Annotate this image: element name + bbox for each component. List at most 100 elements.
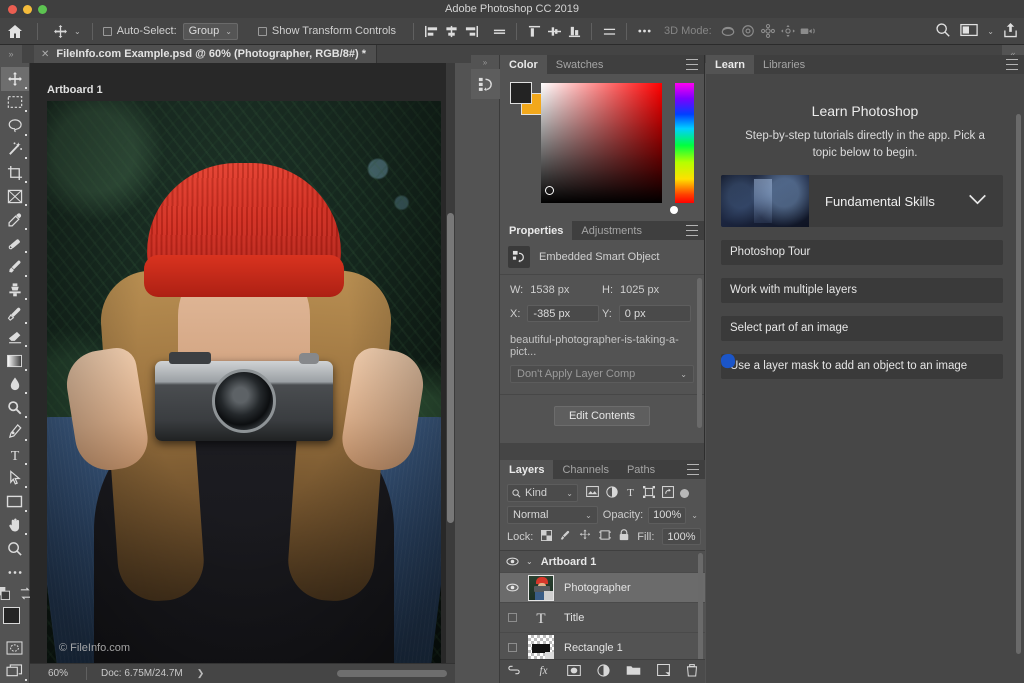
canvas-vertical-scrollbar[interactable] xyxy=(446,63,455,663)
new-adjustment-layer-icon[interactable] xyxy=(597,663,610,680)
color-panel[interactable] xyxy=(500,74,704,221)
new-layer-icon[interactable] xyxy=(657,664,670,679)
color-swatch-pair[interactable] xyxy=(510,82,544,116)
sidebar-item-frame-tool[interactable] xyxy=(1,185,29,209)
align-right-edges-icon[interactable] xyxy=(461,21,481,41)
hue-slider[interactable] xyxy=(675,83,694,203)
panel-menu-icon[interactable] xyxy=(1006,59,1018,70)
list-item[interactable]: Photoshop Tour xyxy=(721,240,1003,265)
layer-visibility-toggle[interactable] xyxy=(500,583,524,592)
sidebar-item-rectangle-tool[interactable] xyxy=(1,490,29,514)
tab-color[interactable]: Color xyxy=(500,55,547,74)
history-actions-icon[interactable] xyxy=(471,69,500,99)
edit-toolbar-icon[interactable] xyxy=(1,561,29,585)
list-item[interactable]: Work with multiple layers xyxy=(721,278,1003,303)
foreground-color-swatch[interactable] xyxy=(2,607,20,624)
sidebar-item-crop-tool[interactable] xyxy=(1,161,29,185)
quick-mask-icon[interactable] xyxy=(1,636,29,660)
tab-adjustments[interactable]: Adjustments xyxy=(572,221,651,240)
home-icon[interactable] xyxy=(0,24,30,39)
lock-artboard-nesting-icon[interactable] xyxy=(599,529,612,544)
add-layer-mask-icon[interactable] xyxy=(567,664,581,679)
panel-menu-icon[interactable] xyxy=(686,59,698,70)
layer-visibility-toggle[interactable] xyxy=(500,643,524,652)
expand-panel-icon[interactable]: » xyxy=(471,55,499,69)
properties-scrollbar[interactable] xyxy=(697,278,702,428)
sidebar-item-clone-stamp-tool[interactable] xyxy=(1,279,29,303)
y-input[interactable]: 0 px xyxy=(618,305,691,322)
show-transform-controls-option[interactable]: Show Transform Controls xyxy=(255,18,399,45)
move-tool-icon[interactable] xyxy=(49,21,71,41)
align-top-edges-icon[interactable] xyxy=(489,21,509,41)
learn-scrollbar[interactable] xyxy=(1016,114,1021,654)
list-item[interactable]: Select part of an image xyxy=(721,316,1003,341)
filter-toggle-icon[interactable] xyxy=(680,488,689,498)
layer-filter-kind-select[interactable]: Kind ⌄ xyxy=(507,484,578,502)
active-tool-well[interactable]: ⌄ xyxy=(45,21,85,41)
sidebar-item-brush-tool[interactable] xyxy=(1,255,29,279)
hue-slider-handle[interactable] xyxy=(670,206,678,214)
new-group-icon[interactable] xyxy=(626,665,641,679)
layer-visibility-toggle[interactable] xyxy=(500,613,524,622)
more-options-icon[interactable] xyxy=(634,21,654,41)
3d-roll-icon[interactable] xyxy=(738,21,758,41)
sidebar-item-gradient-tool[interactable] xyxy=(1,349,29,373)
filter-adjustment-icon[interactable] xyxy=(606,485,618,501)
tab-properties[interactable]: Properties xyxy=(500,221,573,240)
auto-select-option[interactable]: Auto-Select: Group ⌄ xyxy=(100,18,241,45)
tab-learn[interactable]: Learn xyxy=(706,55,754,74)
tab-layers[interactable]: Layers xyxy=(500,460,554,479)
tab-channels[interactable]: Channels xyxy=(553,460,617,479)
show-transform-checkbox[interactable] xyxy=(257,26,267,36)
layer-visibility-toggle[interactable] xyxy=(500,557,524,566)
distribute-bottom-edges-icon[interactable] xyxy=(564,21,584,41)
align-horizontal-centers-icon[interactable] xyxy=(441,21,461,41)
share-icon[interactable] xyxy=(1003,22,1018,41)
table-row[interactable]: ⌄ Artboard 1 xyxy=(500,551,705,573)
sidebar-item-healing-brush-tool[interactable] xyxy=(1,232,29,256)
distribute-spacing-icon[interactable] xyxy=(599,21,619,41)
sidebar-item-move-tool[interactable] xyxy=(0,67,29,91)
auto-select-checkbox[interactable] xyxy=(102,26,112,36)
workspace-icon[interactable] xyxy=(960,23,979,40)
fill-input[interactable]: 100% xyxy=(662,528,701,545)
filter-shape-icon[interactable] xyxy=(643,485,655,501)
list-item[interactable]: Use a layer mask to add an object to an … xyxy=(721,354,1003,379)
foreground-background-swatches[interactable] xyxy=(1,605,29,632)
search-icon[interactable] xyxy=(935,22,951,41)
distribute-top-edges-icon[interactable] xyxy=(524,21,544,41)
lock-position-icon[interactable] xyxy=(579,529,591,544)
sidebar-item-magic-wand-tool[interactable] xyxy=(1,138,29,162)
3d-orbit-icon[interactable] xyxy=(718,21,738,41)
zoom-level[interactable]: 60% xyxy=(30,668,86,679)
sidebar-item-lasso-tool[interactable] xyxy=(1,114,29,138)
opacity-input[interactable]: 100% xyxy=(648,506,687,524)
sidebar-item-blur-tool[interactable] xyxy=(1,373,29,397)
3d-camera-icon[interactable] xyxy=(798,21,818,41)
tab-paths[interactable]: Paths xyxy=(618,460,664,479)
document-tab[interactable]: ✕ FileInfo.com Example.psd @ 60% (Photog… xyxy=(34,45,378,63)
sidebar-item-path-selection-tool[interactable] xyxy=(1,467,29,491)
layer-comp-select[interactable]: Don't Apply Layer Comp ⌄ xyxy=(510,365,694,383)
auto-select-scope-dropdown[interactable]: Group ⌄ xyxy=(182,22,238,40)
chevron-down-icon[interactable]: ⌄ xyxy=(691,511,698,520)
chevron-down-icon[interactable]: ⌄ xyxy=(74,27,81,36)
sidebar-item-marquee-tool[interactable] xyxy=(1,91,29,115)
expand-panels-icon[interactable]: » xyxy=(0,45,22,63)
tab-libraries[interactable]: Libraries xyxy=(754,55,814,74)
artboard-canvas[interactable]: © FileInfo.com xyxy=(47,101,441,663)
3d-slide-icon[interactable] xyxy=(778,21,798,41)
learn-panel-body[interactable]: Learn Photoshop Step-by-step tutorials d… xyxy=(706,74,1024,683)
chevron-down-icon[interactable]: ⌄ xyxy=(987,27,994,36)
sidebar-item-eyedropper-tool[interactable] xyxy=(1,208,29,232)
table-row[interactable]: T Title xyxy=(500,603,705,633)
canvas-horizontal-scrollbar[interactable] xyxy=(337,670,447,677)
panel-menu-icon[interactable] xyxy=(687,464,699,475)
layers-scrollbar[interactable] xyxy=(698,553,703,673)
delete-layer-icon[interactable] xyxy=(686,663,698,680)
sidebar-item-type-tool[interactable]: T xyxy=(1,443,29,467)
blend-mode-select[interactable]: Normal ⌄ xyxy=(507,506,598,524)
foreground-color-swatch[interactable] xyxy=(510,82,532,104)
canvas-area[interactable]: Artboard 1 © FileInfo.com xyxy=(30,63,455,663)
chevron-down-icon[interactable]: ⌄ xyxy=(526,557,533,566)
